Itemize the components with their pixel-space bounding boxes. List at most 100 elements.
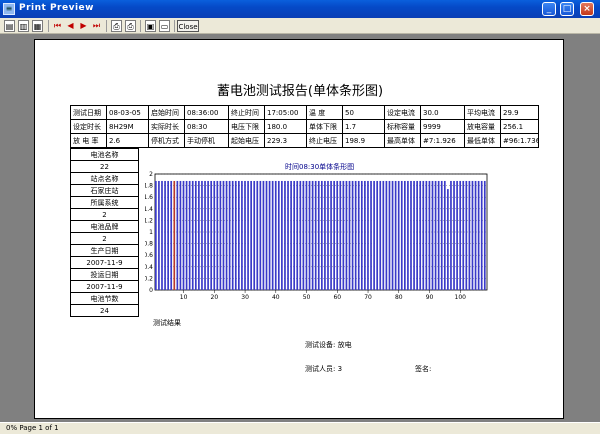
cell-bar	[244, 180, 246, 290]
cell-bar	[465, 180, 468, 290]
cell-bar	[342, 180, 345, 290]
cell-bar	[274, 180, 277, 290]
info-value: #96:1.736	[500, 133, 539, 148]
first-page-icon[interactable]: ⏮	[53, 20, 62, 32]
cell-bar	[238, 180, 240, 290]
cell-bar	[262, 180, 265, 290]
cell-bar	[394, 180, 397, 290]
cell-bar	[281, 180, 283, 290]
two-page-icon[interactable]: ▥	[18, 20, 29, 32]
last-page-icon[interactable]: ⏭	[92, 20, 101, 32]
cell-bar	[250, 180, 252, 290]
cell-bar	[161, 180, 163, 290]
battery-info-value: 24	[70, 304, 139, 317]
cell-bar	[296, 180, 299, 290]
cell-bar	[480, 180, 483, 290]
cell-bar	[213, 180, 216, 290]
cell-bar	[155, 180, 157, 290]
battery-info-value: 2	[70, 232, 139, 245]
toolbar-separator	[48, 20, 49, 32]
maximize-button[interactable]: □	[560, 2, 574, 16]
info-label: 最高单体	[384, 133, 421, 148]
test-device: 测试设备: 放电	[305, 341, 352, 349]
battery-info-label: 站点名称	[70, 172, 139, 185]
battery-info-label: 电池品牌	[70, 220, 139, 233]
info-label: 停机方式	[148, 133, 185, 148]
cell-bar	[253, 180, 256, 290]
cell-bar	[164, 180, 166, 290]
info-label: 平均电流	[464, 105, 501, 120]
save-icon[interactable]: ▣	[145, 20, 156, 32]
cell-bar	[170, 180, 173, 290]
info-label: 终止时间	[228, 105, 265, 120]
cell-bar	[293, 180, 296, 290]
title-bar: ≡ Print Preview _ □ ×	[0, 0, 600, 18]
close-preview-button[interactable]: Close	[177, 20, 199, 32]
cell-bar	[176, 180, 179, 290]
y-tick-label: 0.2	[145, 275, 153, 282]
info-value: 17:05:00	[264, 105, 307, 120]
x-tick-label: 90	[426, 294, 434, 301]
report-title: 蓄电池测试报告(单体条形图)	[216, 84, 384, 99]
cell-bar	[314, 180, 317, 290]
cell-voltage-bar-chart: 0 0.2 0.4 0.6 0.8 1 1.2 1.4 1.6 1.8 2 10 20 30 40 50 60 7…	[145, 171, 488, 301]
printer-setup-icon[interactable]: ⎙	[125, 20, 136, 32]
next-page-icon[interactable]: ▶	[79, 20, 88, 32]
cell-bar	[247, 180, 249, 290]
cell-bar	[231, 180, 234, 290]
signature: 签名:	[415, 365, 432, 373]
open-icon[interactable]: ▭	[159, 20, 170, 32]
cell-bar	[324, 180, 326, 290]
info-value: 手动停机	[184, 133, 229, 148]
cell-bar	[447, 189, 449, 290]
single-page-icon[interactable]: ▤	[4, 20, 15, 32]
cell-bar	[321, 180, 323, 290]
print-icon[interactable]: ⎙	[111, 20, 122, 32]
info-label: 放 电 率	[70, 133, 107, 148]
info-label: 启始时间	[148, 105, 185, 120]
y-tick-label: 1.6	[145, 194, 153, 201]
cell-bar	[299, 180, 302, 290]
x-tick-label: 20	[211, 294, 219, 301]
info-label: 放电容量	[464, 119, 501, 134]
cell-bar	[379, 180, 382, 290]
cell-bar	[437, 180, 440, 290]
x-tick-label: 80	[395, 294, 403, 301]
cell-bar	[354, 180, 357, 290]
cell-bar	[385, 180, 388, 290]
prev-page-icon[interactable]: ◀	[66, 20, 75, 32]
cell-bar	[284, 180, 286, 290]
cell-bar	[308, 180, 311, 290]
battery-info-value: 2007-11-9	[70, 256, 139, 269]
close-window-button[interactable]: ×	[580, 2, 594, 16]
cell-bar	[317, 180, 320, 290]
cell-bar	[259, 180, 262, 290]
info-row: 设定时长 8H29M 实际时长 08:30 电压下限 180.0 单体下限 1.7 标称容量 99…	[70, 119, 539, 134]
cell-bar	[376, 180, 379, 290]
cell-bar	[351, 180, 354, 290]
battery-info-label: 电池名称	[70, 148, 139, 161]
multi-page-icon[interactable]: ▦	[32, 20, 43, 32]
report-page: 蓄电池测试报告(单体条形图) 测试日期 08-03-05 启始时间 08:36:00 终…	[34, 39, 564, 419]
cell-bar	[462, 180, 465, 290]
cell-bar	[459, 180, 462, 290]
window-title: Print Preview	[19, 3, 94, 13]
cell-bar	[364, 180, 366, 290]
battery-info-label: 所属系统	[70, 196, 139, 209]
cell-bar	[185, 180, 188, 290]
cell-bar	[410, 180, 412, 290]
cell-bar	[207, 180, 209, 290]
cell-bar	[256, 180, 259, 290]
cell-bar	[311, 180, 314, 290]
preview-viewport[interactable]: 蓄电池测试报告(单体条形图) 测试日期 08-03-05 启始时间 08:36:00 终…	[0, 34, 600, 422]
cell-bar	[339, 180, 342, 290]
info-label: 单体下限	[306, 119, 343, 134]
cell-bar	[191, 180, 194, 290]
cell-bar	[345, 180, 348, 290]
info-label: 起始电压	[228, 133, 265, 148]
cell-bar	[477, 180, 480, 290]
info-value: 30.0	[420, 105, 465, 120]
minimize-button[interactable]: _	[542, 2, 556, 16]
x-tick-label: 50	[303, 294, 311, 301]
x-tick-label: 70	[364, 294, 372, 301]
